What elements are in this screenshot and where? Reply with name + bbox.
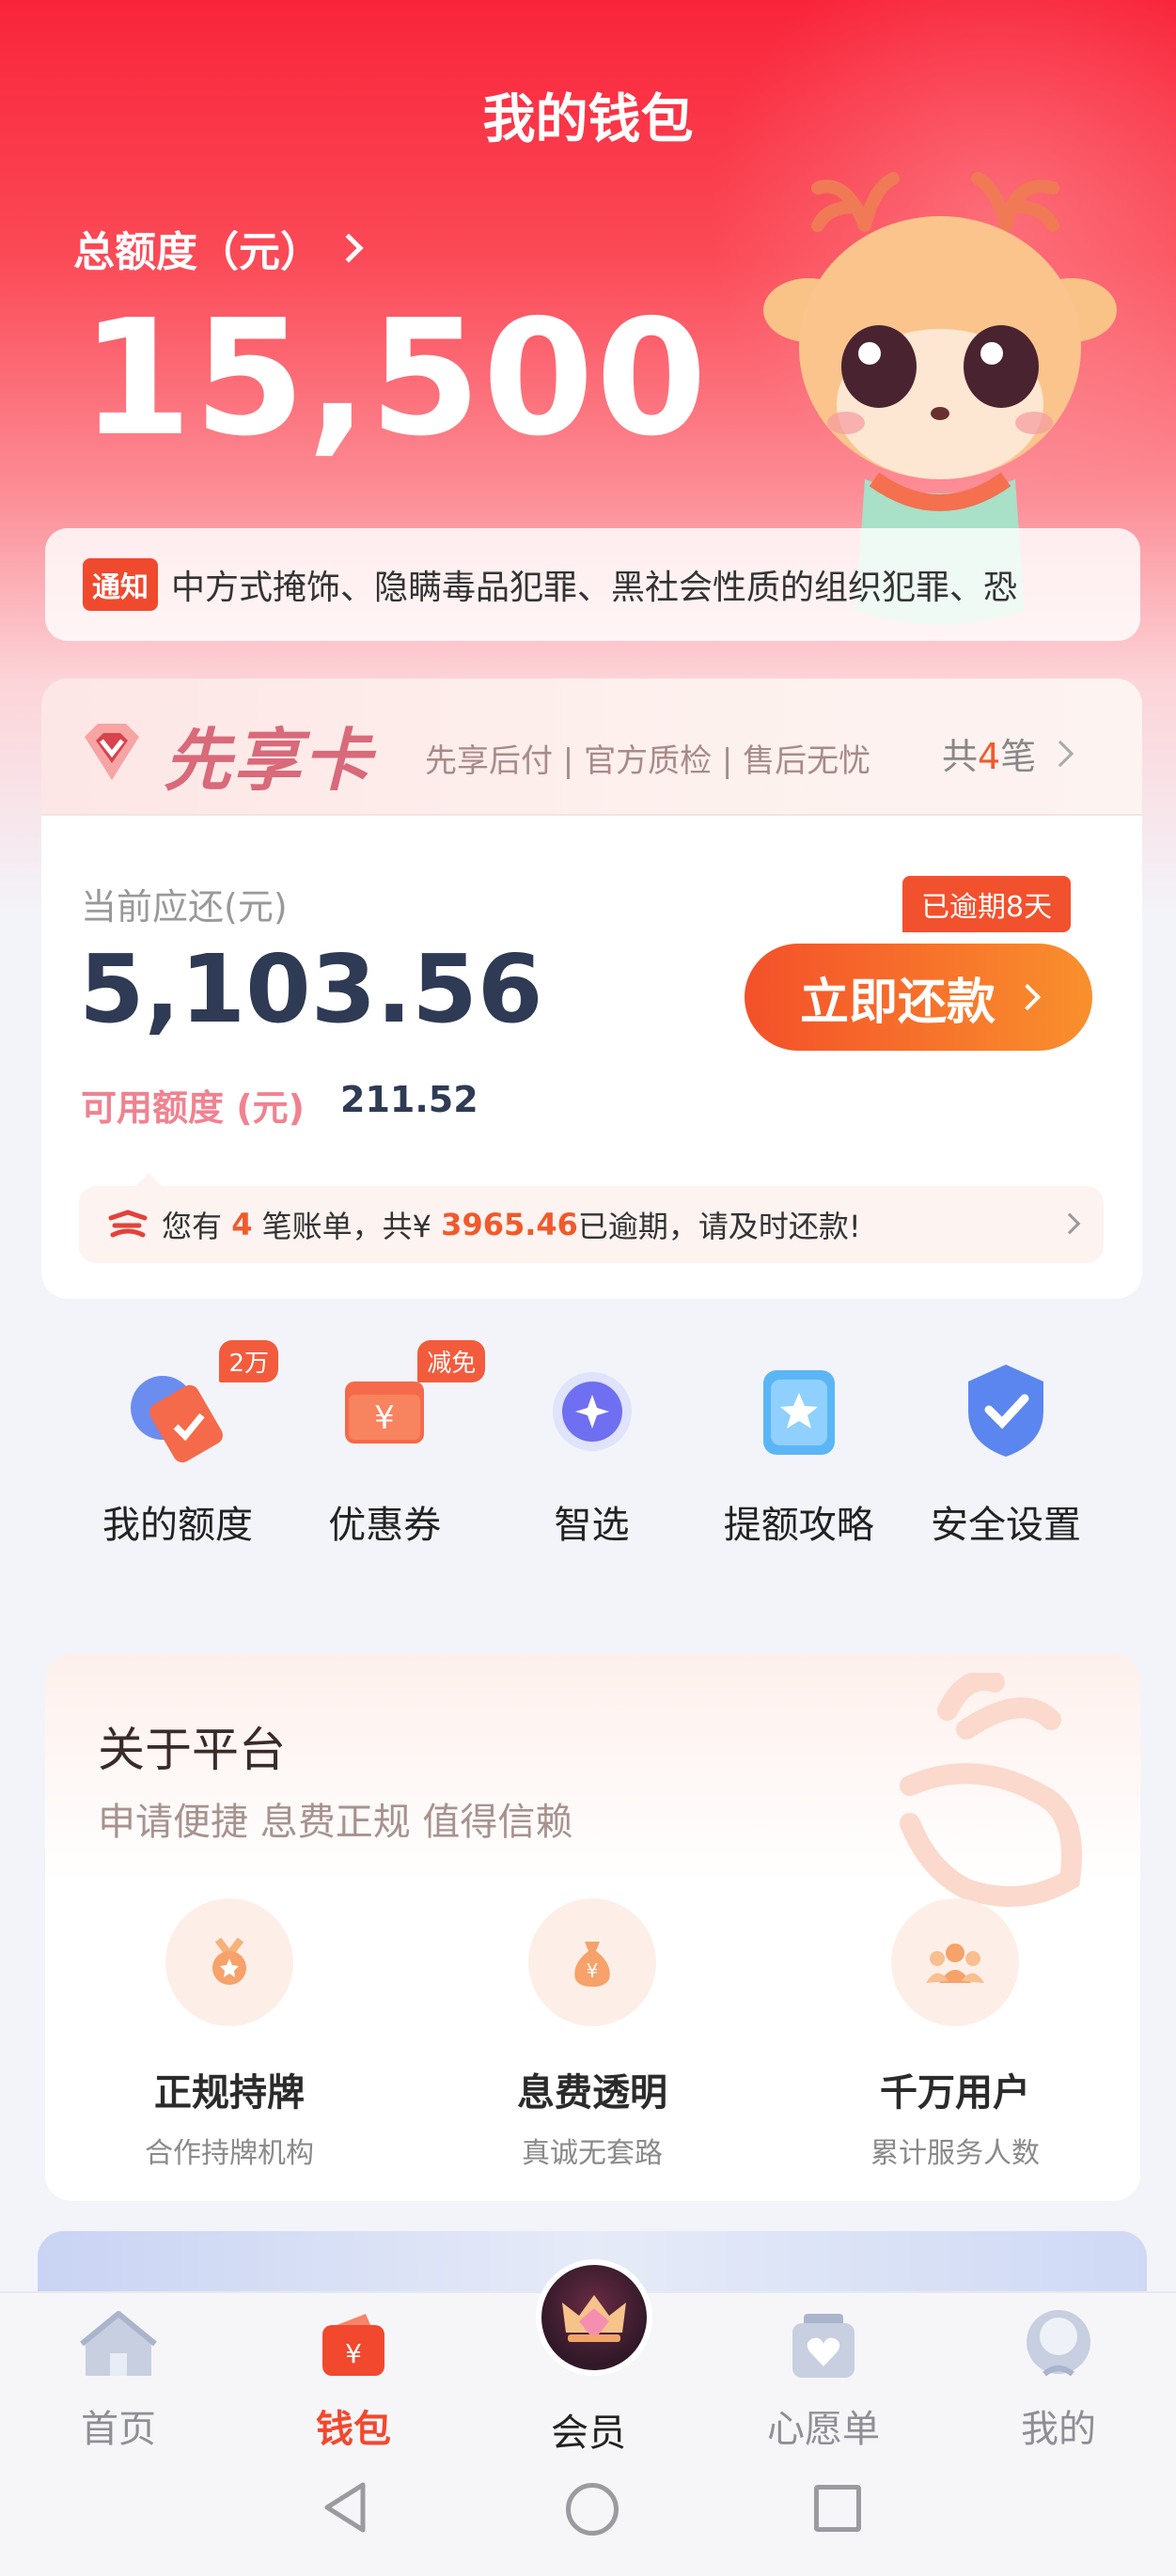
diamond-icon (85, 724, 139, 780)
overdue-badge: 已逾期8天 (902, 876, 1072, 932)
users-icon (926, 1944, 984, 1983)
quick-actions: 2万 我的额度 ¥ 减免 优惠券 智选 提额攻略 安全设置 (41, 1340, 1142, 1569)
credit-limit-icon (131, 1376, 223, 1463)
svg-text:¥: ¥ (374, 1399, 395, 1437)
about-title: 关于平台 (98, 1723, 286, 1777)
quick-action-label: 我的额度 (102, 1504, 253, 1547)
quick-action-label: 优惠券 (328, 1504, 442, 1547)
svg-text:¥: ¥ (587, 1959, 599, 1982)
quick-action-credit-limit[interactable]: 2万 我的额度 (79, 1340, 278, 1569)
svg-text:¥: ¥ (345, 2338, 362, 2369)
bill-count: 4 (231, 1207, 253, 1242)
license-medal-icon (212, 1937, 246, 1985)
repay-now-button[interactable]: 立即还款 (745, 944, 1092, 1051)
tab-label: 钱包 (316, 2408, 391, 2451)
tab-profile[interactable]: 我的 (964, 2306, 1152, 2453)
tab-home[interactable]: 首页 (24, 2306, 212, 2453)
total-credit-link[interactable]: 总额度（元） (73, 218, 364, 278)
tab-wishlist[interactable]: 心愿单 (729, 2306, 917, 2453)
tab-label: 首页 (81, 2408, 156, 2451)
notice-badge: 通知 (83, 558, 158, 611)
total-credit-label: 总额度（元） (73, 228, 321, 276)
member-crown-icon (562, 2295, 626, 2342)
repayment-card: 先享卡 先享后付 | 官方质检 | 售后无忧 共4笔 当前应还(元) 5,103… (41, 679, 1142, 1299)
raise-limit-icon (762, 1370, 835, 1455)
home-circle-icon[interactable] (566, 2483, 619, 2536)
wallet-icon: ¥ (322, 2314, 384, 2376)
bill-text-3: 已逾期，请及时还款! (577, 1209, 861, 1244)
quick-action-label: 提额攻略 (723, 1504, 874, 1547)
feature-title: 正规持牌 (154, 2071, 305, 2115)
feature-title: 息费透明 (517, 2071, 667, 2115)
notice-text: 中方式掩饰、隐瞒毒品犯罪、黑社会性质的组织犯罪、恐 (171, 569, 1018, 607)
recent-apps-square-icon[interactable] (814, 2485, 861, 2532)
quick-action-coupon[interactable]: ¥ 减免 优惠券 (286, 1340, 486, 1569)
bill-count-number: 4 (978, 736, 1001, 777)
due-label: 当前应还(元) (81, 886, 288, 928)
wishlist-heart-icon (792, 2314, 855, 2378)
credit-limit-tag: 2万 (219, 1340, 278, 1382)
available-credit-value: 211.52 (340, 1079, 478, 1120)
quick-action-label: 智选 (554, 1504, 630, 1547)
feature-title: 千万用户 (880, 2071, 1030, 2115)
money-bag-icon: ¥ (574, 1942, 610, 1987)
chevron-right-icon (334, 233, 364, 263)
feature-licensed: 正规持牌 合作持牌机构 (70, 1898, 389, 2171)
profile-icon (1027, 2310, 1090, 2377)
smart-select-icon (552, 1372, 632, 1451)
home-icon (80, 2311, 157, 2376)
bill-alert-icon (108, 1210, 148, 1238)
quick-action-raise-limit[interactable]: 提额攻略 (700, 1353, 898, 1569)
deer-watermark-icon (900, 1673, 1082, 1907)
bill-text-2: 笔账单，共¥ (261, 1209, 431, 1244)
quick-action-label: 安全设置 (931, 1504, 1081, 1547)
feature-desc: 合作持牌机构 (145, 2137, 314, 2170)
page-title: 我的钱包 (482, 89, 694, 150)
feature-desc: 累计服务人数 (870, 2137, 1040, 2170)
feature-transparent-fees: ¥ 息费透明 真诚无套路 (432, 1898, 752, 2171)
quick-action-smart-select[interactable]: 智选 (494, 1353, 691, 1569)
repay-now-label: 立即还款 (799, 975, 996, 1030)
notice-bar[interactable]: 通知 中方式掩饰、隐瞒毒品犯罪、黑社会性质的组织犯罪、恐 (45, 528, 1140, 641)
tab-label: 我的 (1021, 2408, 1096, 2451)
due-amount: 5,103.56 (79, 934, 543, 1044)
bill-count-link[interactable]: 共4笔 (942, 727, 1074, 779)
about-subtitle: 申请便捷 息费正规 值得信赖 (98, 1801, 573, 1844)
total-credit-amount: 15,500 (81, 286, 710, 472)
about-platform-card: 关于平台 申请便捷 息费正规 值得信赖 正规持牌 合作持牌机构 ¥ 息费透明 真… (45, 1654, 1140, 2201)
member-center-button[interactable] (536, 2259, 652, 2376)
quick-action-security[interactable]: 安全设置 (907, 1353, 1105, 1569)
coupon-tag: 减免 (417, 1340, 486, 1382)
chevron-right-icon (1013, 983, 1042, 1011)
card-slogan: 先享后付 | 官方质检 | 售后无忧 (425, 742, 871, 780)
bill-count-prefix: 共 (942, 736, 979, 777)
tab-label: 心愿单 (767, 2408, 880, 2451)
feature-users: 千万用户 累计服务人数 (795, 1898, 1115, 2171)
bill-amount: 3965.46 (441, 1207, 578, 1242)
feature-desc: 真诚无套路 (522, 2137, 663, 2170)
chevron-right-icon (1047, 740, 1074, 767)
back-triangle-icon[interactable] (321, 2481, 368, 2534)
available-credit-label: 可用额度 (元) (81, 1087, 305, 1129)
bill-count-suffix: 笔 (1000, 736, 1037, 777)
chevron-right-icon (1058, 1212, 1081, 1235)
bill-text-1: 您有 (162, 1209, 223, 1244)
tab-wallet[interactable]: ¥ 钱包 (259, 2306, 447, 2453)
security-shield-icon (968, 1365, 1043, 1457)
overdue-bill-bar[interactable]: 您有 4 笔账单，共¥ 3965.46 已逾期，请及时还款! (79, 1173, 1104, 1263)
card-brand: 先享卡 (164, 721, 373, 800)
